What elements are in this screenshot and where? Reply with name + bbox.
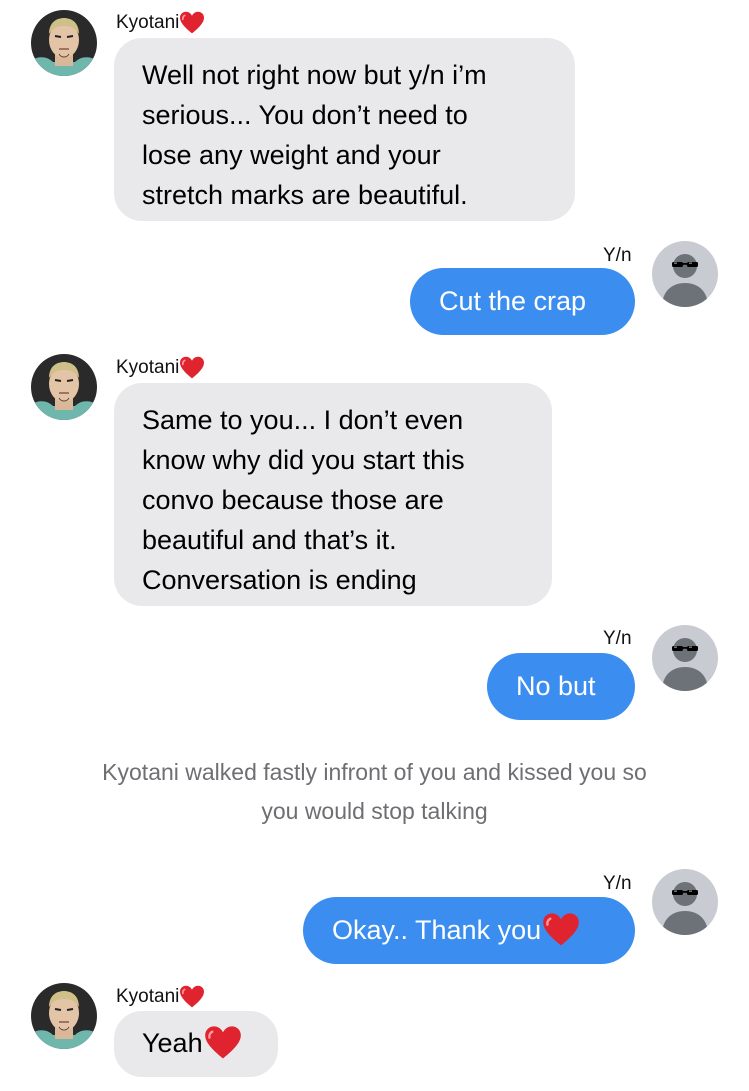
message-line: beautiful and that’s it. bbox=[142, 525, 397, 555]
sender-name-kyotani: Kyotani bbox=[116, 356, 205, 380]
sender-name-label: Kyotani bbox=[116, 357, 180, 379]
heart-icon bbox=[179, 985, 205, 1009]
sunglasses-silhouette-avatar[interactable] bbox=[652, 869, 718, 935]
message-line: know why did you start this bbox=[142, 445, 465, 475]
message-text: No but bbox=[516, 671, 596, 701]
outgoing-message-bubble[interactable]: No but bbox=[487, 653, 635, 720]
narration-text: Kyotani walked fastly infront of you and… bbox=[0, 753, 749, 831]
message-text: Okay.. Thank you bbox=[332, 915, 542, 945]
message-line: Same to you... I don’t even bbox=[142, 405, 464, 435]
sender-name-label: Kyotani bbox=[116, 12, 180, 34]
incoming-message-bubble[interactable]: Well not right now but y/n i’m serious..… bbox=[114, 38, 575, 221]
sender-name-kyotani: Kyotani bbox=[116, 985, 205, 1009]
kyotani-avatar[interactable] bbox=[31, 983, 97, 1049]
message-line: Well not right now but y/n i’m bbox=[142, 60, 487, 90]
message-line: lose any weight and your bbox=[142, 140, 441, 170]
message-line: serious... You don’t need to bbox=[142, 100, 468, 130]
sunglasses-silhouette-avatar[interactable] bbox=[652, 241, 718, 307]
message-line: Conversation is ending bbox=[142, 565, 417, 595]
sender-name-kyotani: Kyotani bbox=[116, 11, 205, 35]
message-line: convo because those are bbox=[142, 485, 444, 515]
kyotani-avatar[interactable] bbox=[31, 354, 97, 420]
outgoing-message-bubble[interactable]: Okay.. Thank you bbox=[303, 897, 635, 964]
outgoing-message-bubble[interactable]: Cut the crap bbox=[410, 268, 635, 335]
narration-line: you would stop talking bbox=[261, 798, 488, 824]
message-text: Yeah bbox=[142, 1028, 203, 1058]
sender-name-yn: Y/n bbox=[603, 245, 632, 266]
message-line: stretch marks are beautiful. bbox=[142, 180, 468, 210]
message-text: Cut the crap bbox=[439, 286, 587, 316]
incoming-message-bubble[interactable]: Yeah bbox=[114, 1011, 278, 1077]
heart-icon bbox=[179, 356, 205, 380]
incoming-message-bubble[interactable]: Same to you... I don’t even know why did… bbox=[114, 383, 552, 606]
sunglasses-silhouette-avatar[interactable] bbox=[652, 625, 718, 691]
heart-icon bbox=[204, 1025, 242, 1061]
narration-line: Kyotani walked fastly infront of you and… bbox=[102, 759, 647, 785]
heart-icon bbox=[542, 912, 580, 948]
sender-name-label: Kyotani bbox=[116, 986, 180, 1008]
sender-name-yn: Y/n bbox=[603, 873, 632, 894]
heart-icon bbox=[179, 11, 205, 35]
sender-name-yn: Y/n bbox=[603, 628, 632, 649]
kyotani-avatar[interactable] bbox=[31, 10, 97, 76]
